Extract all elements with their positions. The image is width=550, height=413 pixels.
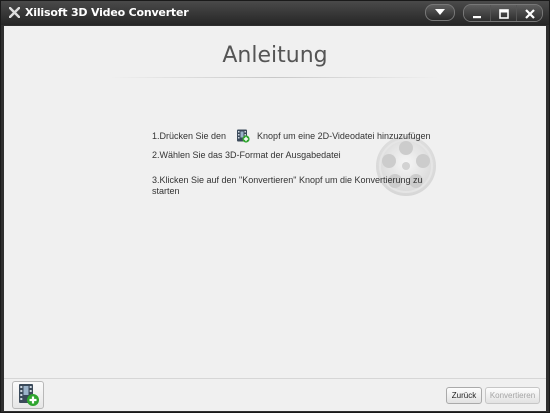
window-controls (422, 4, 543, 22)
app-logo-icon (9, 7, 20, 18)
minimize-icon (473, 15, 481, 18)
add-video-button[interactable] (12, 381, 44, 409)
step-1-text-end: Knopf um eine 2D-Videodatei hinzuzufügen (257, 131, 431, 141)
add-video-icon (19, 384, 39, 406)
dropdown-menu-button[interactable] (425, 4, 455, 21)
step-1-text-start: 1.Drücken Sie den (152, 131, 227, 141)
step-1: 1.Drücken Sie den Knopf um eine 2D-Video… (152, 129, 432, 143)
window-title: Xilisoft 3D Video Converter (25, 6, 189, 19)
instruction-steps: 1.Drücken Sie den Knopf um eine 2D-Video… (152, 129, 432, 197)
close-icon (524, 8, 535, 19)
maximize-button[interactable] (490, 5, 516, 21)
back-button[interactable]: Zurück (446, 387, 482, 404)
title-bar: Xilisoft 3D Video Converter (1, 1, 549, 25)
step-2: 2.Wählen Sie das 3D-Format der Ausgabeda… (152, 150, 341, 160)
step-3: 3.Klicken Sie auf den "Konvertieren" Kno… (152, 175, 423, 196)
add-video-icon (237, 129, 250, 143)
instructions-panel: Anleitung 1.Drücken Sie den Knopf um ein… (4, 26, 546, 378)
close-button[interactable] (516, 5, 542, 21)
minimize-button[interactable] (464, 5, 490, 21)
maximize-icon (498, 8, 509, 19)
heading-divider (109, 77, 439, 78)
bottom-toolbar: Zurück Konvertieren (4, 378, 546, 411)
convert-button[interactable]: Konvertieren (485, 387, 540, 404)
window-button-group (463, 4, 543, 22)
app-window: Xilisoft 3D Video Converter Anleitung 1.… (0, 0, 550, 413)
dropdown-menu-icon (435, 9, 445, 15)
page-title: Anleitung (222, 43, 328, 68)
